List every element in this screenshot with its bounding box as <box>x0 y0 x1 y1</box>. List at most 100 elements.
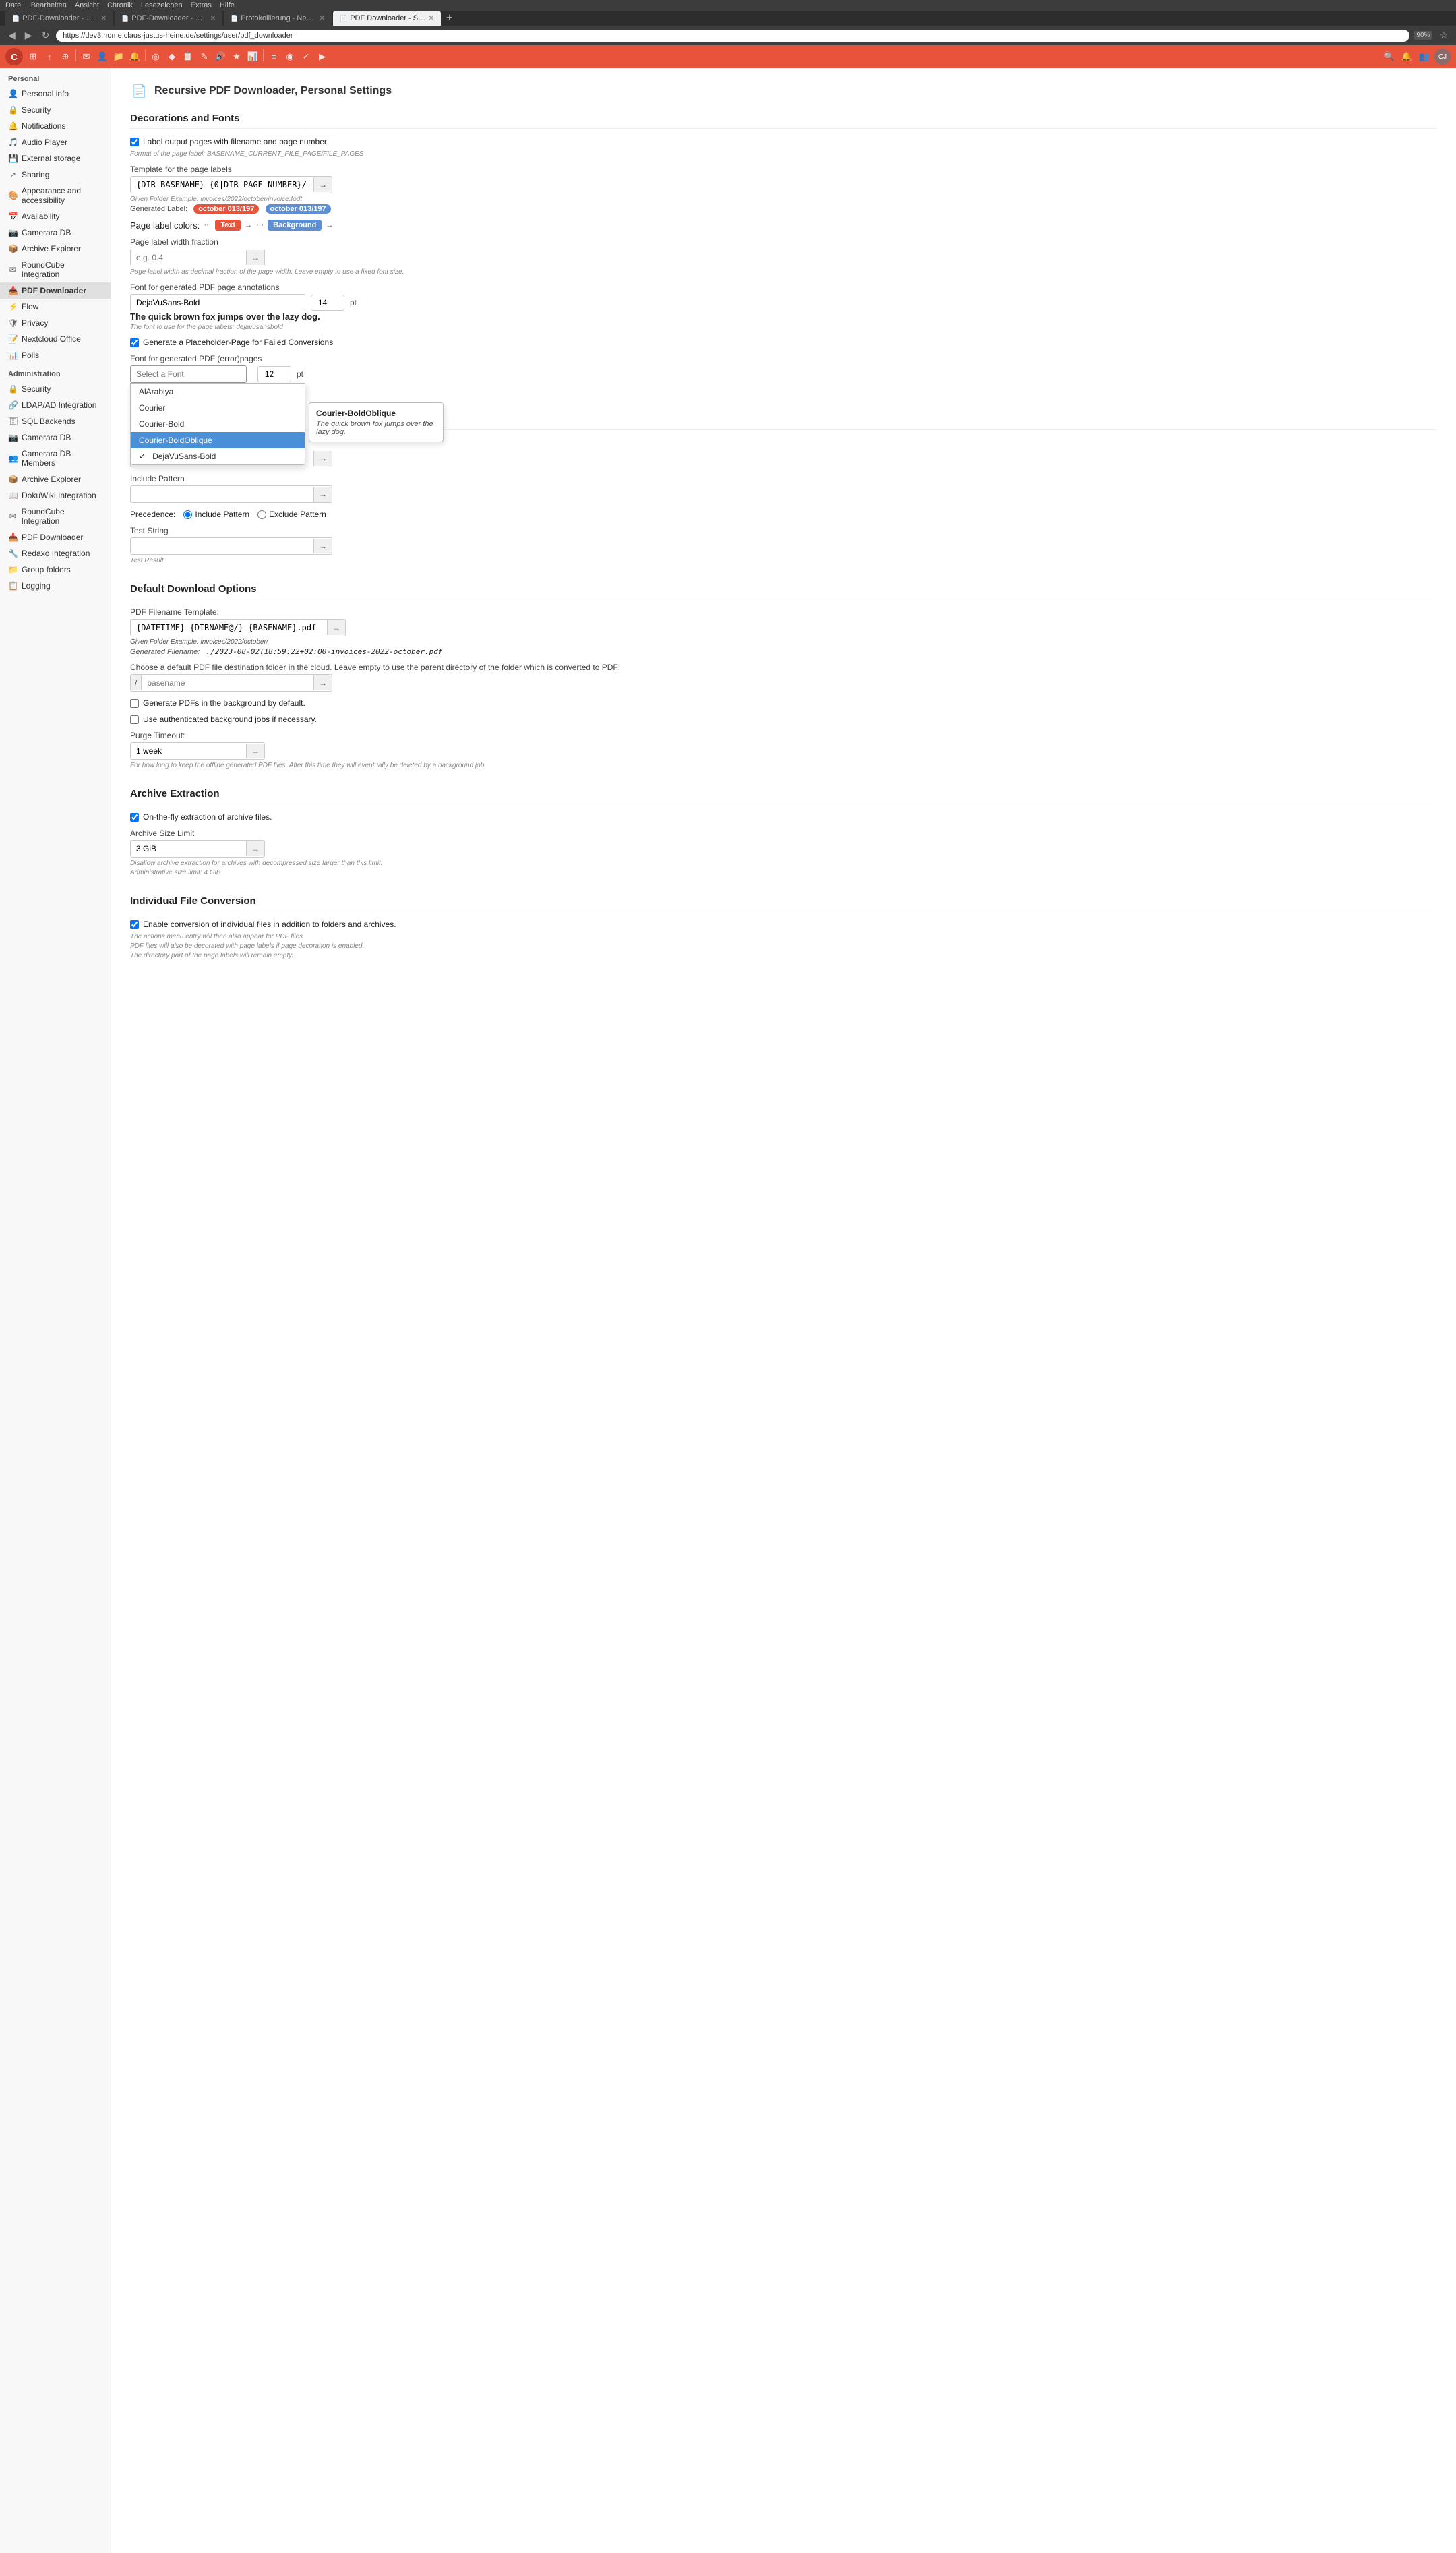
sidebar-item-availability[interactable]: 📅 Availability <box>0 208 111 224</box>
size-limit-input[interactable] <box>131 841 246 857</box>
sidebar-item-flow[interactable]: ⚡ Flow <box>0 299 111 315</box>
sidebar-item-pdf-admin[interactable]: 📥 PDF Downloader <box>0 529 111 545</box>
sidebar-item-nextcloud-office[interactable]: 📝 Nextcloud Office <box>0 331 111 347</box>
sidebar-item-polls[interactable]: 📊 Polls <box>0 347 111 363</box>
destination-arrow[interactable]: → <box>313 675 332 690</box>
font-dropdown-input[interactable] <box>130 365 247 383</box>
sidebar-item-privacy[interactable]: 🛡 Privacy <box>0 315 111 331</box>
toolbar-activity[interactable]: 🔔 <box>127 49 142 64</box>
toolbar-home[interactable]: ⊞ <box>26 49 40 64</box>
toolbar-menu[interactable]: ≡ <box>266 49 281 64</box>
color-text-badge[interactable]: Text <box>215 220 241 231</box>
toolbar-contacts[interactable]: 👤 <box>95 49 110 64</box>
template-arrow[interactable]: → <box>313 177 332 192</box>
color-bg-badge[interactable]: Background <box>268 220 322 231</box>
sidebar-item-redaxo[interactable]: 🔧 Redaxo Integration <box>0 545 111 562</box>
sidebar-item-roundcube-admin[interactable]: ✉ RoundCube Integration <box>0 504 111 529</box>
on-the-fly-checkbox[interactable] <box>130 813 139 822</box>
sidebar-item-external-storage[interactable]: 💾 External storage <box>0 150 111 167</box>
width-arrow[interactable]: → <box>246 250 264 265</box>
sidebar-item-notifications[interactable]: 🔔 Notifications <box>0 118 111 134</box>
menu-bearbeiten[interactable]: Bearbeiten <box>31 1 67 9</box>
address-bar[interactable] <box>56 30 1409 42</box>
sidebar-item-camerardb-members[interactable]: 👥 Camerara DB Members <box>0 446 111 471</box>
template-input[interactable] <box>131 177 313 193</box>
font-option-courier[interactable]: Courier <box>131 400 305 416</box>
toolbar-star[interactable]: ★ <box>229 49 244 64</box>
menu-datei[interactable]: Datei <box>5 1 23 9</box>
label-checkbox[interactable] <box>130 138 139 146</box>
tab-1-close[interactable]: ✕ <box>101 15 107 22</box>
tab-1[interactable]: 📄 PDF-Downloader - Einst... ✕ <box>5 11 113 26</box>
include-pattern-input[interactable] <box>131 486 313 502</box>
sidebar-item-personal-info[interactable]: 👤 Personal info <box>0 86 111 102</box>
tab-2[interactable]: 📄 PDF-Downloader - Einst... ✕ <box>115 11 222 26</box>
toolbar-arrow[interactable]: ↑ <box>42 49 57 64</box>
font-option-dejavusans[interactable]: DejaVuSans-Bold <box>131 448 305 464</box>
tab-4-close[interactable]: ✕ <box>429 15 434 22</box>
toolbar-shapes[interactable]: ◆ <box>164 49 179 64</box>
font-option-courier-bold[interactable]: Courier-Bold <box>131 416 305 432</box>
menu-hilfe[interactable]: Hilfe <box>220 1 235 9</box>
sidebar-item-pdf-downloader[interactable]: 📥 PDF Downloader <box>0 282 111 299</box>
toolbar-chart[interactable]: 📊 <box>245 49 260 64</box>
toolbar-play[interactable]: ▶ <box>315 49 330 64</box>
placeholder-checkbox[interactable] <box>130 338 139 347</box>
purge-input[interactable] <box>131 743 246 759</box>
menu-chronik[interactable]: Chronik <box>107 1 133 9</box>
error-font-size-input[interactable] <box>257 366 291 382</box>
bookmark-button[interactable]: ☆ <box>1436 28 1451 42</box>
user-avatar[interactable]: CJ <box>1434 49 1451 65</box>
tab-4[interactable]: 📄 PDF Downloader - Setti... ✕ <box>333 11 441 26</box>
size-limit-arrow[interactable]: → <box>246 841 264 856</box>
sidebar-item-archive-explorer[interactable]: 📦 Archive Explorer <box>0 241 111 257</box>
search-icon[interactable]: 🔍 <box>1382 49 1397 64</box>
toolbar-audio[interactable]: 🔊 <box>213 49 228 64</box>
sidebar-item-security[interactable]: 🔒 Security <box>0 102 111 118</box>
sidebar-item-group-folders[interactable]: 📁 Group folders <box>0 562 111 578</box>
test-string-arrow[interactable]: → <box>313 539 332 553</box>
precedence-exclude-radio[interactable] <box>257 510 266 519</box>
new-tab-button[interactable]: + <box>442 11 456 26</box>
pdf-filename-arrow[interactable]: → <box>327 620 345 635</box>
font-option-courier-bold-oblique[interactable]: Courier-BoldOblique <box>131 432 305 448</box>
tab-3-close[interactable]: ✕ <box>320 15 325 22</box>
width-input[interactable] <box>131 249 246 266</box>
toolbar-edit[interactable]: ✎ <box>197 49 212 64</box>
font-option-alarabiya[interactable]: AlArabiya <box>131 384 305 400</box>
sidebar-item-dokuwiki[interactable]: 📖 DokuWiki Integration <box>0 487 111 504</box>
sidebar-item-admin-security[interactable]: 🔒 Security <box>0 381 111 397</box>
toolbar-notes[interactable]: 📋 <box>181 49 195 64</box>
forward-button[interactable]: ▶ <box>22 28 35 42</box>
menu-ansicht[interactable]: Ansicht <box>75 1 99 9</box>
sidebar-item-logging[interactable]: 📋 Logging <box>0 578 111 594</box>
pdf-filename-input[interactable] <box>131 620 327 636</box>
exclude-arrow[interactable]: → <box>313 451 332 466</box>
include-arrow[interactable]: → <box>313 487 332 502</box>
destination-input[interactable] <box>142 675 313 691</box>
tab-3[interactable]: 📄 Protokollierung - Nextc... ✕ <box>224 11 332 26</box>
contacts-icon[interactable]: 👥 <box>1417 49 1432 64</box>
enable-conversion-checkbox[interactable] <box>130 920 139 929</box>
toolbar-radio[interactable]: ◉ <box>282 49 297 64</box>
menu-lesezeichen[interactable]: Lesezeichen <box>141 1 183 9</box>
test-string-input[interactable] <box>131 538 313 554</box>
font-input[interactable] <box>131 295 305 311</box>
sidebar-item-archive-admin[interactable]: 📦 Archive Explorer <box>0 471 111 487</box>
menu-extras[interactable]: Extras <box>191 1 212 9</box>
sidebar-item-sql[interactable]: 🗄 SQL Backends <box>0 413 111 429</box>
reload-button[interactable]: ↻ <box>39 28 53 42</box>
sidebar-item-sharing[interactable]: ↗ Sharing <box>0 167 111 183</box>
notifications-icon[interactable]: 🔔 <box>1399 49 1414 64</box>
sidebar-item-ldap[interactable]: 🔗 LDAP/AD Integration <box>0 397 111 413</box>
toolbar-camera[interactable]: ◎ <box>148 49 163 64</box>
precedence-include-radio[interactable] <box>183 510 192 519</box>
sidebar-item-appearance[interactable]: 🎨 Appearance and accessibility <box>0 183 111 208</box>
toolbar-add[interactable]: ⊕ <box>58 49 73 64</box>
font-size-input[interactable] <box>311 295 344 311</box>
auth-checkbox[interactable] <box>130 715 139 724</box>
tab-2-close[interactable]: ✕ <box>210 15 216 22</box>
sidebar-item-audio-player[interactable]: 🎵 Audio Player <box>0 134 111 150</box>
sidebar-item-camerardb[interactable]: 📷 Camerara DB <box>0 224 111 241</box>
toolbar-check[interactable]: ✓ <box>299 49 313 64</box>
